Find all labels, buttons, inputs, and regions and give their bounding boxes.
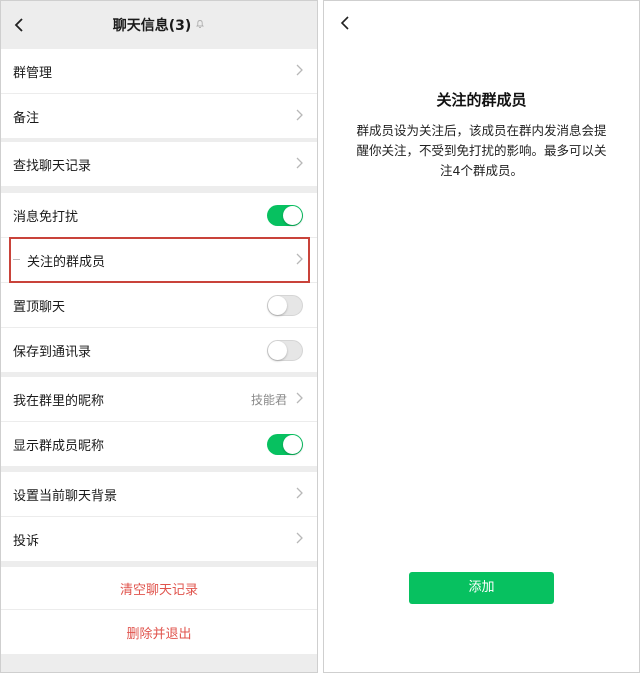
row-remark[interactable]: 备注	[1, 94, 317, 138]
clear-history-button[interactable]: 清空聊天记录	[1, 579, 317, 598]
chat-info-screen: 聊天信息(3) 群管理 备注 查找聊天记录 消息免打扰 关注的群成员 置顶聊天 …	[0, 0, 318, 673]
toggle-knob	[283, 435, 302, 454]
show-nicknames-toggle[interactable]	[267, 434, 303, 455]
page-title-text: 聊天信息(3)	[112, 18, 192, 34]
row-group-manage[interactable]: 群管理	[1, 49, 317, 93]
toggle-knob	[268, 296, 287, 315]
page-title: 聊天信息(3)	[1, 15, 317, 35]
row-complain[interactable]: 投诉	[1, 517, 317, 561]
chevron-right-icon	[296, 392, 303, 404]
row-show-nicknames: 显示群成员昵称	[1, 422, 317, 466]
back-chevron-icon[interactable]	[338, 15, 352, 31]
bell-off-icon	[196, 20, 205, 28]
row-label: 备注	[13, 111, 40, 126]
row-mute: 消息免打扰	[1, 193, 317, 237]
row-label: 置顶聊天	[13, 300, 66, 315]
row-label: 我在群里的昵称	[13, 394, 105, 409]
chat-info-header: 聊天信息(3)	[1, 1, 317, 49]
chevron-right-icon	[296, 532, 303, 544]
row-label: 查找聊天记录	[13, 159, 92, 174]
row-label: 群管理	[13, 66, 53, 81]
row-label: 显示群成员昵称	[13, 439, 105, 454]
row-label: 投诉	[13, 534, 40, 549]
delete-exit-row: 删除并退出	[1, 610, 317, 654]
followed-members-screen: 关注的群成员 群成员设为关注后，该成员在群内发消息会提醒你关注，不受到免打扰的影…	[323, 0, 640, 673]
row-pin-chat: 置顶聊天	[1, 283, 317, 327]
chevron-right-icon	[296, 157, 303, 169]
row-my-nickname[interactable]: 我在群里的昵称 技能君	[1, 377, 317, 421]
toggle-knob	[283, 206, 302, 225]
row-save-contacts: 保存到通讯录	[1, 328, 317, 372]
highlight-box	[9, 237, 310, 283]
chevron-right-icon	[296, 64, 303, 76]
save-contacts-toggle[interactable]	[267, 340, 303, 361]
chevron-right-icon	[296, 487, 303, 499]
toggle-knob	[268, 341, 287, 360]
row-set-background[interactable]: 设置当前聊天背景	[1, 472, 317, 516]
nickname-value: 技能君	[250, 393, 287, 407]
chevron-right-icon	[296, 109, 303, 121]
add-button[interactable]: 添加	[409, 572, 554, 604]
delete-and-exit-button[interactable]: 删除并退出	[1, 623, 317, 642]
clear-history-row: 清空聊天记录	[1, 567, 317, 609]
row-label: 设置当前聊天背景	[13, 489, 118, 504]
pin-chat-toggle[interactable]	[267, 295, 303, 316]
description-text: 群成员设为关注后，该成员在群内发消息会提醒你关注，不受到免打扰的影响。最多可以关…	[356, 123, 607, 178]
row-search-history[interactable]: 查找聊天记录	[1, 142, 317, 186]
mute-toggle[interactable]	[267, 205, 303, 226]
row-label: 消息免打扰	[13, 210, 79, 225]
row-label: 保存到通讯录	[13, 345, 92, 360]
page-title: 关注的群成员	[436, 91, 527, 109]
